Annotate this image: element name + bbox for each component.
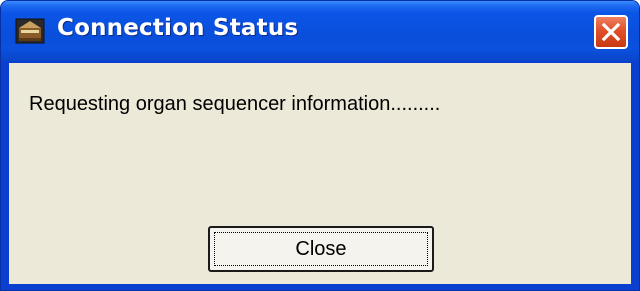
connection-status-dialog: Connection Status Requesting organ seque… xyxy=(0,0,640,291)
close-button[interactable]: Close xyxy=(208,226,434,272)
status-message: Requesting organ sequencer information..… xyxy=(29,93,441,115)
window-title: Connection Status xyxy=(57,15,299,41)
title-close-button[interactable] xyxy=(594,15,628,49)
close-icon xyxy=(601,22,621,42)
organ-app-icon xyxy=(15,18,45,44)
close-button-label: Close xyxy=(295,238,347,260)
title-bar[interactable]: Connection Status xyxy=(1,1,639,61)
dialog-body: Requesting organ sequencer information..… xyxy=(9,63,631,284)
